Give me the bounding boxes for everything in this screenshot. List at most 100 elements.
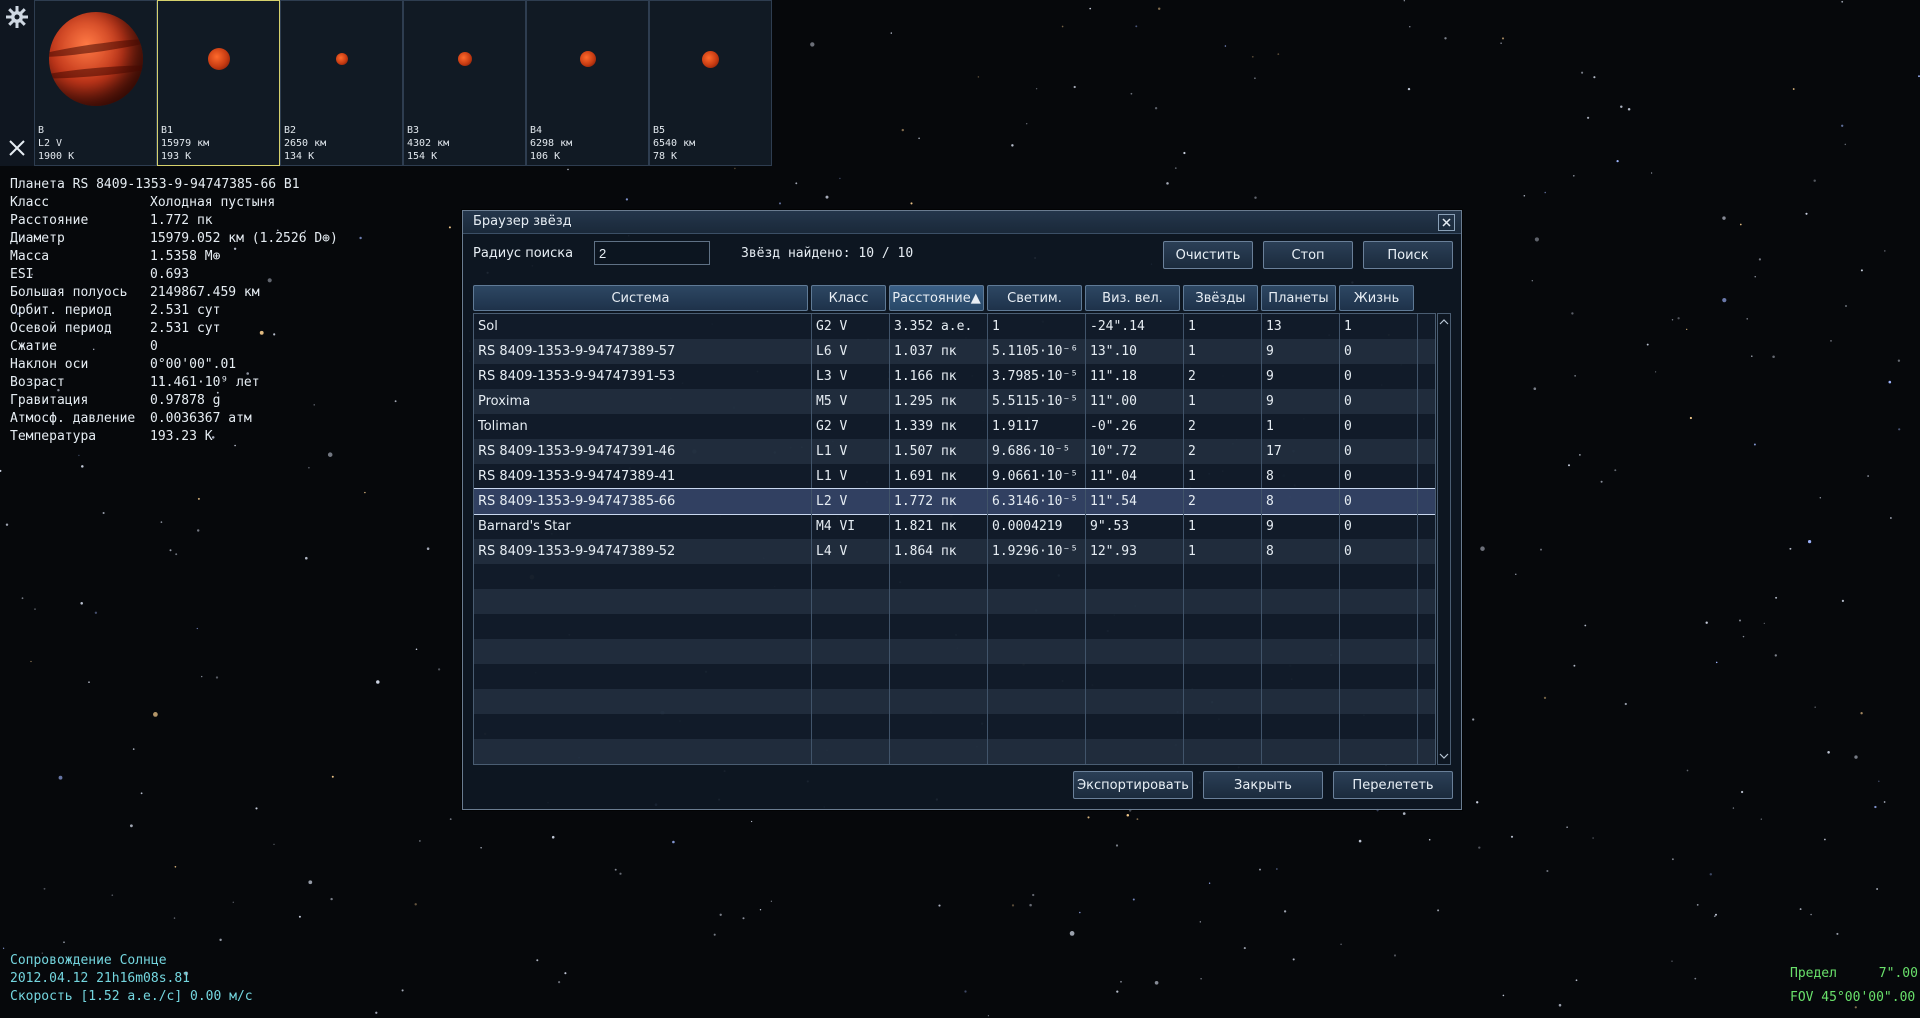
star bbox=[778, 202, 782, 205]
table-cell: 11".18 bbox=[1086, 364, 1184, 389]
star bbox=[1115, 844, 1119, 847]
thumbnail-detail: 2650 км bbox=[284, 138, 327, 149]
star bbox=[1200, 978, 1202, 980]
thumbnail-planet-b2[interactable]: B2 2650 км 134 K bbox=[280, 0, 403, 166]
info-value: 2.531 сут bbox=[150, 321, 221, 336]
star bbox=[1032, 893, 1035, 897]
table-cell: -0".26 bbox=[1086, 414, 1184, 439]
star bbox=[1813, 179, 1816, 182]
star bbox=[1774, 654, 1777, 657]
export-button[interactable]: Экспортировать bbox=[1073, 771, 1193, 799]
star bbox=[175, 553, 178, 556]
star bbox=[1789, 547, 1792, 550]
star bbox=[1558, 1003, 1562, 1007]
table-row[interactable] bbox=[474, 614, 1435, 639]
stop-button[interactable]: Стоп bbox=[1263, 241, 1353, 269]
star bbox=[1340, 943, 1342, 946]
table-row[interactable] bbox=[474, 639, 1435, 664]
star bbox=[910, 202, 913, 205]
table-cell bbox=[1340, 739, 1418, 764]
table-row[interactable]: Proxima M5 V 1.295 пк 5.5115·10⁻⁵ 11".00 1 9 0 bbox=[474, 389, 1435, 414]
info-value: Холодная пустыня bbox=[150, 195, 276, 210]
close-button[interactable]: Закрыть bbox=[1203, 771, 1323, 799]
column-header[interactable]: Класс bbox=[811, 285, 886, 311]
star bbox=[1500, 42, 1502, 44]
table-row[interactable]: RS 8409-1353-9-94747391-53 L3 V 1.166 пк 3.… bbox=[474, 364, 1435, 389]
table-row[interactable] bbox=[474, 564, 1435, 589]
table-row[interactable] bbox=[474, 739, 1435, 764]
table-row[interactable] bbox=[474, 664, 1435, 689]
star bbox=[1814, 706, 1816, 708]
search-radius-input[interactable] bbox=[594, 241, 710, 265]
star bbox=[63, 941, 65, 944]
star bbox=[5, 523, 9, 526]
table-row[interactable]: Sol G2 V 3.352 a.e. 1 -24".14 1 13 1 bbox=[474, 314, 1435, 339]
table-row[interactable]: RS 8409-1353-9-94747391-46 L1 V 1.507 пк 9.… bbox=[474, 439, 1435, 464]
star bbox=[1472, 718, 1475, 721]
table-cell: 0 bbox=[1340, 464, 1418, 489]
star bbox=[1627, 107, 1631, 111]
fly-to-button[interactable]: Перелететь bbox=[1333, 771, 1453, 799]
table-cell: 1 bbox=[1340, 314, 1418, 339]
column-header[interactable]: Виз. вел. bbox=[1085, 285, 1180, 311]
table-cell bbox=[1184, 564, 1262, 589]
table-row[interactable]: Toliman G2 V 1.339 пк 1.9117 -0".26 2 1 0 bbox=[474, 414, 1435, 439]
column-header[interactable]: Планеты bbox=[1261, 285, 1336, 311]
star bbox=[1136, 818, 1139, 820]
table-row[interactable] bbox=[474, 689, 1435, 714]
table-scrollbar[interactable] bbox=[1437, 313, 1451, 765]
thumbnail-planet-b1[interactable]: B1 15979 км 193 K bbox=[157, 0, 280, 166]
table-row[interactable]: Barnard's Star M4 VI 1.821 пк 0.0004219 9".5… bbox=[474, 514, 1435, 539]
chevron-up-icon[interactable] bbox=[1438, 315, 1450, 329]
table-cell bbox=[1184, 639, 1262, 664]
close-icon[interactable] bbox=[3, 134, 31, 162]
clear-button[interactable]: Очистить bbox=[1163, 241, 1253, 269]
star bbox=[1739, 223, 1742, 226]
star bbox=[1763, 622, 1765, 625]
star bbox=[1166, 182, 1169, 185]
table-row[interactable]: RS 8409-1353-9-94747385-66 L2 V 1.772 пк 6.… bbox=[474, 488, 1435, 515]
thumbnail-detail: 6298 км bbox=[530, 138, 573, 149]
thumbnail-star-b[interactable]: B L2 V 1900 K bbox=[34, 0, 157, 166]
star bbox=[364, 491, 366, 494]
table-row[interactable]: RS 8409-1353-9-94747389-52 L4 V 1.864 пк 1.… bbox=[474, 539, 1435, 564]
table-body[interactable]: Sol G2 V 3.352 a.e. 1 -24".14 1 13 1 RS 8409-135… bbox=[473, 313, 1436, 765]
thumbnail-planet-b5[interactable]: B5 6540 км 78 K bbox=[649, 0, 772, 166]
star bbox=[2, 947, 5, 949]
column-header[interactable]: Расстояние▲ bbox=[889, 285, 984, 311]
column-header[interactable]: Жизнь bbox=[1339, 285, 1414, 311]
dialog-title-bar: Браузер звёзд bbox=[463, 211, 1461, 234]
speed-readout: Скорость [1.52 a.e./c] 0.00 м/с bbox=[10, 989, 253, 1004]
search-button[interactable]: Поиск bbox=[1363, 241, 1453, 269]
star bbox=[1087, 816, 1090, 819]
star bbox=[1476, 801, 1479, 804]
star bbox=[1860, 269, 1863, 272]
table-row[interactable]: RS 8409-1353-9-94747389-57 L6 V 1.037 пк 5.… bbox=[474, 339, 1435, 364]
thumbnail-planet-b3[interactable]: B3 4302 км 154 K bbox=[403, 0, 526, 166]
dialog-close-icon[interactable] bbox=[1438, 214, 1455, 231]
star bbox=[376, 680, 380, 684]
table-row[interactable]: RS 8409-1353-9-94747389-41 L1 V 1.691 пк 9.… bbox=[474, 464, 1435, 489]
table-cell bbox=[812, 664, 890, 689]
column-header[interactable]: Звёзды bbox=[1183, 285, 1258, 311]
stars-found-text: Звёзд найдено: 10 / 10 bbox=[741, 246, 914, 261]
info-value: 15979.052 км (1.2526 D⊕) bbox=[150, 231, 338, 246]
table-row[interactable] bbox=[474, 589, 1435, 614]
chevron-down-icon[interactable] bbox=[1438, 749, 1450, 763]
table-cell: 9 bbox=[1262, 339, 1340, 364]
table-cell: 1.507 пк bbox=[890, 439, 988, 464]
column-header[interactable]: Светим. bbox=[987, 285, 1082, 311]
table-cell: 1.9296·10⁻⁵ bbox=[988, 539, 1086, 564]
table-row[interactable] bbox=[474, 714, 1435, 739]
table-cell: 0 bbox=[1340, 364, 1418, 389]
star bbox=[1694, 977, 1697, 980]
star bbox=[1026, 123, 1028, 125]
info-key: Сжатие bbox=[10, 339, 57, 354]
star bbox=[825, 195, 829, 199]
star bbox=[394, 400, 397, 403]
column-header[interactable]: Система bbox=[473, 285, 808, 311]
thumbnail-planet-b4[interactable]: B4 6298 км 106 K bbox=[526, 0, 649, 166]
gear-icon[interactable] bbox=[3, 3, 31, 31]
table-cell: 1.821 пк bbox=[890, 514, 988, 539]
table-cell: 13".10 bbox=[1086, 339, 1184, 364]
